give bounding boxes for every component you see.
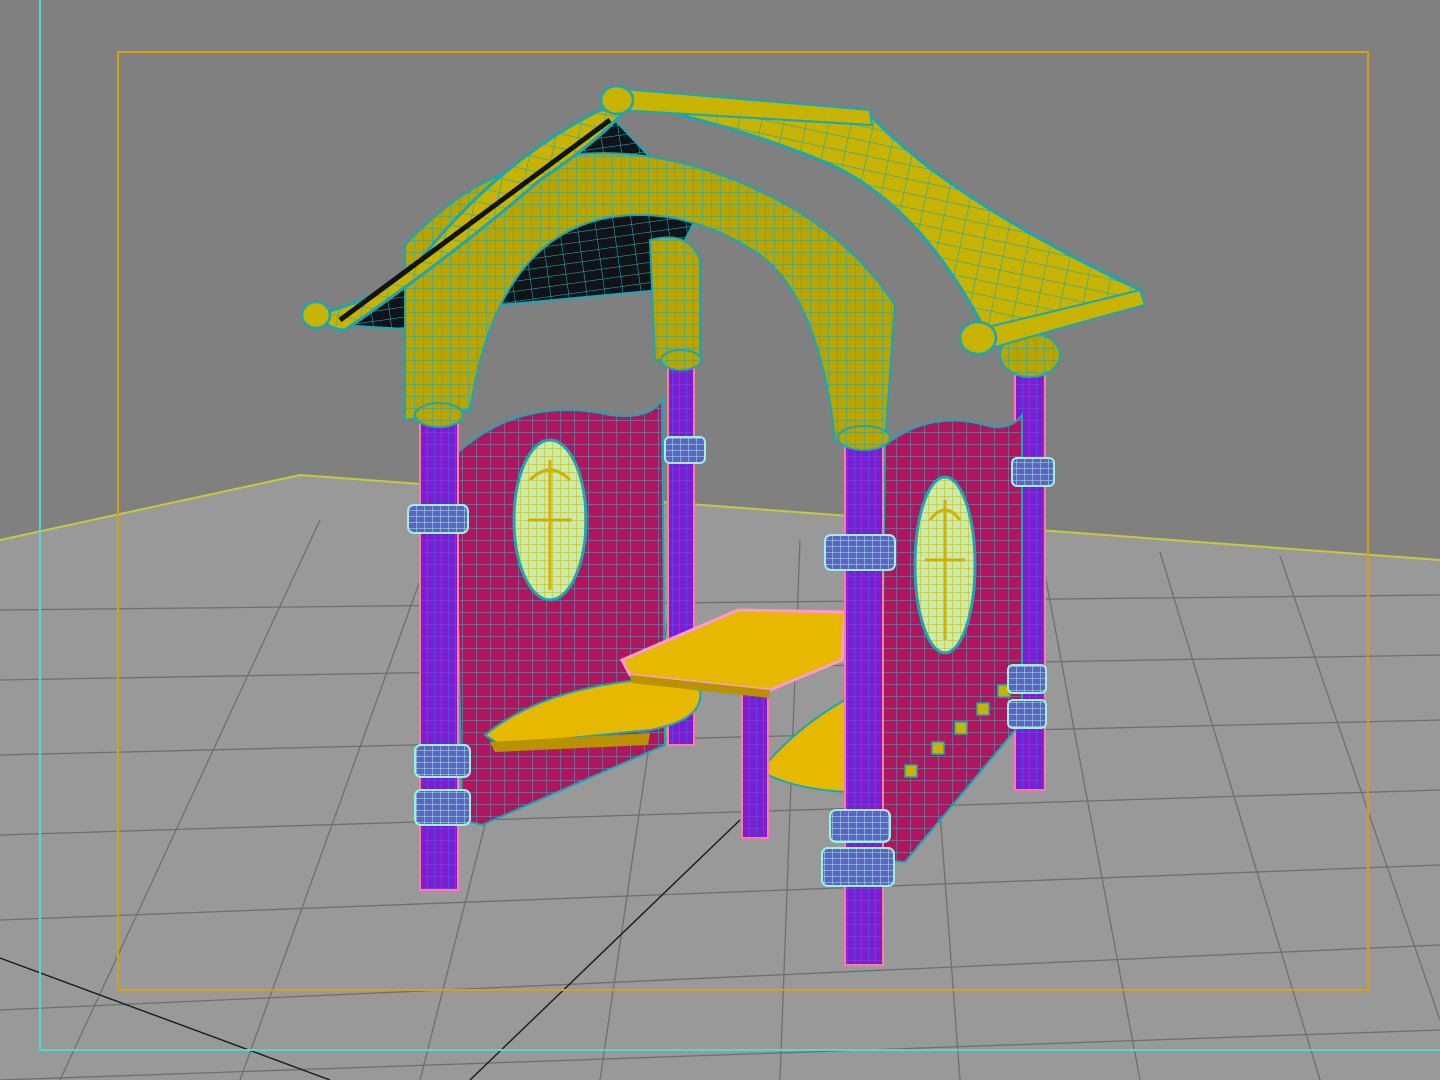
table-leg — [741, 687, 769, 839]
roof-eave-log-left — [300, 300, 332, 330]
3d-viewport[interactable] — [0, 0, 1440, 1080]
viewport-canvas[interactable] — [0, 0, 1440, 1080]
